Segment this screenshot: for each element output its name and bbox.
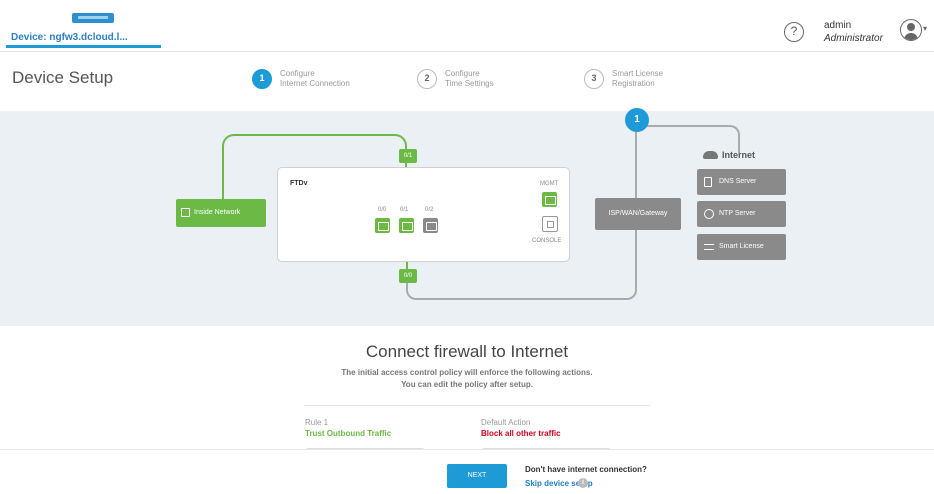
- default-action-label: Default Action: [481, 418, 531, 427]
- policy-note: The initial access control policy will e…: [0, 367, 934, 391]
- step-marker: 1: [625, 108, 649, 132]
- port-tag-bottom[interactable]: 0/0: [399, 269, 417, 283]
- rule-value: Trust Outbound Traffic: [305, 429, 392, 438]
- step-2[interactable]: 2 Configure Time Settings: [417, 69, 494, 89]
- inside-network-label: Inside Network: [194, 209, 241, 216]
- step-number: 3: [584, 69, 604, 89]
- port-0-1-icon[interactable]: [399, 218, 414, 233]
- mgmt-label: MGMT: [540, 181, 559, 187]
- ftdv-label: FTDv: [290, 180, 308, 187]
- license-icon: [704, 244, 714, 250]
- isp-down-line: [635, 230, 637, 285]
- top-bar: Device: ngfw3.dcloud.l... ? admin Admini…: [0, 0, 934, 52]
- user-role: Administrator: [824, 33, 883, 44]
- server-icon: [704, 177, 712, 187]
- step-1[interactable]: 1 Configure Internet Connection: [252, 69, 350, 89]
- console-port-icon: [542, 216, 558, 232]
- ftdv-device: FTDv 0/0 0/1 0/2 MGMT CONSOLE: [277, 167, 570, 262]
- no-connection-text: Don't have internet connection?: [525, 465, 647, 474]
- divider: [304, 405, 650, 406]
- port-label: 0/1: [400, 207, 409, 213]
- step-title: Configure: [280, 69, 315, 78]
- default-action-value: Block all other traffic: [481, 429, 561, 438]
- port-0-2-icon[interactable]: [423, 218, 438, 233]
- user-name: admin: [824, 20, 852, 31]
- policy-note-line2: You can edit the policy after setup.: [401, 380, 533, 389]
- isp-gateway: ISP/WAN/Gateway: [595, 198, 681, 230]
- step-subtitle: Time Settings: [445, 79, 494, 88]
- clock-icon: [704, 209, 714, 219]
- dns-server: DNS Server: [697, 169, 786, 195]
- device-logo-icon: [72, 13, 114, 23]
- step-title: Smart License: [612, 69, 664, 78]
- page-title: Device Setup: [12, 68, 114, 87]
- chevron-down-icon[interactable]: ▾: [923, 24, 927, 33]
- section-title: Connect firewall to Internet: [365, 342, 569, 361]
- device-label: Device: ngfw3.dcloud.l...: [11, 32, 128, 43]
- rule-label: Rule 1: [305, 418, 329, 427]
- cloud-icon: [703, 151, 718, 159]
- service-label: Smart License: [719, 243, 764, 250]
- footer-bar: NEXT Don't have internet connection? Ski…: [0, 449, 934, 494]
- step-number: 1: [252, 69, 272, 89]
- port-0-0-icon[interactable]: [375, 218, 390, 233]
- setup-header: Device Setup 1 Configure Internet Connec…: [0, 53, 934, 111]
- help-icon[interactable]: ?: [784, 22, 804, 42]
- step-subtitle: Internet Connection: [280, 79, 350, 88]
- step-subtitle: Registration: [612, 79, 655, 88]
- service-label: NTP Server: [719, 210, 756, 217]
- policy-note-line1: The initial access control policy will e…: [341, 368, 593, 377]
- port-tag-top[interactable]: 0/1: [399, 149, 417, 163]
- internet-link-line: [636, 125, 740, 153]
- service-label: DNS Server: [719, 178, 757, 185]
- network-icon: [181, 208, 190, 217]
- ntp-server: NTP Server: [697, 201, 786, 227]
- step-number: 2: [417, 69, 437, 89]
- avatar-icon[interactable]: [900, 19, 922, 41]
- smart-license: Smart License: [697, 234, 786, 260]
- next-button[interactable]: NEXT: [447, 464, 507, 488]
- wan-link-line: [406, 283, 637, 300]
- port-label: 0/0: [378, 207, 387, 213]
- inside-network-button[interactable]: Inside Network: [176, 199, 266, 227]
- step-title: Configure: [445, 69, 480, 78]
- device-tab[interactable]: Device: ngfw3.dcloud.l...: [6, 8, 161, 48]
- step-3[interactable]: 3 Smart License Registration: [584, 69, 663, 89]
- isp-up-line: [635, 132, 637, 198]
- internet-label: Internet: [722, 150, 756, 160]
- console-label: CONSOLE: [532, 238, 562, 244]
- mgmt-port-icon[interactable]: [542, 192, 557, 207]
- port-label: 0/2: [425, 207, 434, 213]
- info-icon[interactable]: i: [578, 478, 588, 488]
- policy-section: Connect firewall to Internet The initial…: [0, 326, 934, 460]
